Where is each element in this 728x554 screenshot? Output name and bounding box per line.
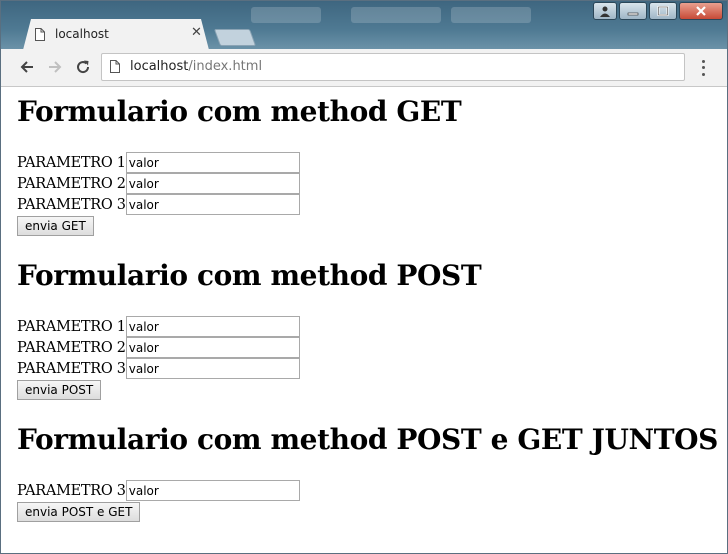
arrow-left-icon (20, 61, 33, 73)
profile-button[interactable] (593, 2, 617, 20)
send-get-button[interactable]: envia GET (17, 216, 94, 236)
browser-window: localhost ✕ localhost/index.html Formula… (0, 0, 728, 554)
form-post-input-2[interactable] (125, 337, 300, 358)
form-post-row-2: PARAMETRO 2 (17, 337, 717, 358)
tab-title: localhost (55, 27, 109, 41)
title-bar: localhost ✕ (1, 1, 727, 50)
form-post-get-input-1[interactable] (125, 480, 300, 501)
new-tab-button[interactable] (213, 29, 257, 46)
url-path: /index.html (188, 59, 263, 74)
form-post-input-1[interactable] (125, 316, 300, 337)
form-get-input-1[interactable] (125, 152, 300, 173)
form-post-row-3: PARAMETRO 3 (17, 358, 717, 379)
tab-close-icon[interactable]: ✕ (191, 25, 202, 40)
form-post-row-1: PARAMETRO 1 (17, 316, 717, 337)
close-window-button[interactable] (679, 2, 723, 20)
page-info-icon (110, 60, 120, 73)
form-post-heading: Formulario com method POST (17, 259, 482, 292)
tab-localhost[interactable]: localhost ✕ (23, 19, 209, 50)
arrow-right-icon (49, 61, 62, 73)
browser-toolbar: localhost/index.html (1, 49, 727, 87)
page-content: Formulario com method GET PARAMETRO 1 PA… (1, 87, 727, 553)
address-bar[interactable]: localhost/index.html (101, 53, 685, 81)
back-button[interactable] (17, 57, 37, 77)
form-post-label-3: PARAMETRO 3 (17, 360, 126, 377)
background-blur (451, 7, 531, 23)
form-post-get-label-1: PARAMETRO 3 (17, 482, 126, 499)
form-get-input-3[interactable] (125, 194, 300, 215)
forward-button[interactable] (45, 57, 65, 77)
form-get-row-3: PARAMETRO 3 (17, 194, 717, 215)
close-icon (696, 6, 706, 16)
form-get-row-1: PARAMETRO 1 (17, 152, 717, 173)
menu-icon[interactable] (697, 58, 709, 78)
form-post-get-row-1: PARAMETRO 3 (17, 480, 717, 501)
reload-icon (77, 60, 90, 74)
reload-button[interactable] (73, 57, 93, 77)
url-text[interactable]: localhost/index.html (130, 59, 262, 74)
form-get-heading: Formulario com method GET (17, 95, 462, 128)
url-host: localhost (130, 59, 189, 74)
page-icon (35, 28, 45, 41)
user-icon (600, 6, 610, 17)
minimize-button[interactable] (619, 2, 647, 20)
form-get-label-3: PARAMETRO 3 (17, 196, 126, 213)
form-post-label-2: PARAMETRO 2 (17, 339, 126, 356)
form-post-input-3[interactable] (125, 358, 300, 379)
background-blur (351, 7, 441, 23)
send-post-button[interactable]: envia POST (17, 380, 102, 400)
form-get-label-2: PARAMETRO 2 (17, 175, 126, 192)
background-blur (251, 7, 321, 23)
form-get-input-2[interactable] (125, 173, 300, 194)
form-get-label-1: PARAMETRO 1 (17, 154, 126, 171)
form-get-row-2: PARAMETRO 2 (17, 173, 717, 194)
minimize-icon (627, 12, 639, 16)
form-post-get-heading: Formulario com method POST e GET JUNTOS (17, 423, 718, 456)
maximize-icon (657, 6, 669, 16)
maximize-button[interactable] (649, 2, 677, 20)
window-controls (593, 2, 723, 20)
send-post-get-button[interactable]: envia POST e GET (17, 502, 141, 522)
form-post-label-1: PARAMETRO 1 (17, 318, 126, 335)
